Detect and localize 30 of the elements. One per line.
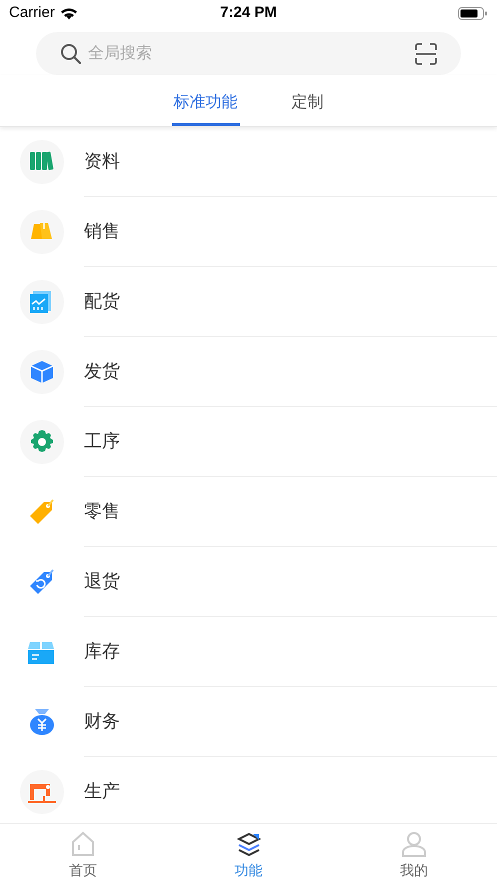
box-icon xyxy=(20,350,64,394)
menu-item[interactable]: 生产 xyxy=(84,778,120,805)
menu-item[interactable]: 零售 xyxy=(84,498,120,525)
battery-icon xyxy=(458,6,488,20)
books-icon xyxy=(20,140,64,184)
menu-item[interactable]: 配货 xyxy=(84,288,120,315)
menu-item[interactable]: 销售 xyxy=(84,218,120,245)
menu-item[interactable]: 发货 xyxy=(84,358,120,385)
scan-icon[interactable] xyxy=(415,42,437,64)
tab-bar-item[interactable]: 我的 xyxy=(331,824,497,883)
chart-icon xyxy=(20,280,64,324)
search-icon xyxy=(60,42,82,64)
carrier-label: Carrier xyxy=(9,2,55,23)
layers-icon xyxy=(236,831,262,857)
tab[interactable]: 定制 xyxy=(290,82,326,126)
menu-item[interactable]: 资料 xyxy=(84,148,120,175)
clock-time: 7:24 PM xyxy=(220,2,277,23)
search-field[interactable]: 全局搜索 xyxy=(88,42,409,66)
menu-item[interactable]: 库存 xyxy=(84,638,120,665)
tab-bar-item[interactable]: 功能 xyxy=(166,824,332,883)
menu-item[interactable]: 财务 xyxy=(84,708,120,735)
search-bar[interactable]: 全局搜索 xyxy=(36,32,461,75)
tab[interactable]: 标准功能 xyxy=(172,82,240,126)
tab-bar-item[interactable]: 首页 xyxy=(0,824,166,883)
wifi-icon xyxy=(60,6,78,20)
gear-icon xyxy=(20,420,64,464)
menu-item[interactable]: 工序 xyxy=(84,428,120,455)
menu-item[interactable]: 退货 xyxy=(84,568,120,595)
home-icon xyxy=(70,831,96,857)
person-icon xyxy=(401,831,428,857)
